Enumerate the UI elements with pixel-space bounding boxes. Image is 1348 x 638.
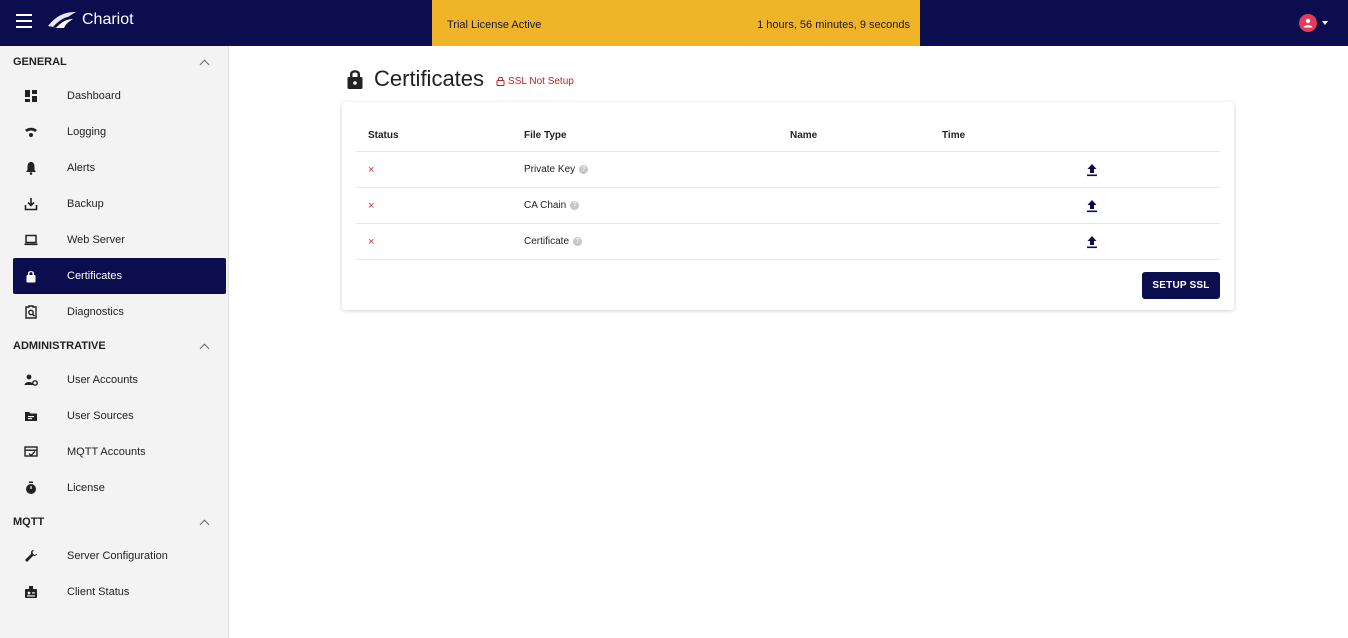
lock-outline-icon	[496, 76, 505, 86]
folder-icon	[23, 408, 39, 424]
file-type-label: Private Key	[524, 164, 576, 175]
app-name: Chariot	[82, 11, 134, 28]
laptop-icon	[23, 232, 39, 248]
download-icon	[23, 196, 39, 212]
bell-icon	[23, 160, 39, 176]
sidebar-item-logging[interactable]: Logging	[13, 114, 226, 150]
upload-button[interactable]	[1086, 224, 1098, 259]
section-administrative[interactable]: ADMINISTRATIVE	[0, 330, 228, 362]
section-title: ADMINISTRATIVE	[13, 340, 106, 352]
ssl-status-text: SSL Not Setup	[508, 75, 574, 87]
sidebar-item-label: Server Configuration	[67, 550, 168, 562]
column-header-name: Name	[790, 130, 818, 141]
sidebar-item-server-configuration[interactable]: Server Configuration	[13, 538, 226, 574]
file-type-cell: Private Key ?	[524, 152, 589, 187]
user-menu-button[interactable]	[1299, 14, 1328, 32]
certificates-card: Status File Type Name Time × Private Key…	[342, 102, 1234, 310]
sidebar-item-user-sources[interactable]: User Sources	[13, 398, 226, 434]
column-header-time: Time	[942, 130, 966, 141]
status-error-icon: ×	[368, 235, 375, 248]
menu-icon[interactable]	[16, 14, 32, 28]
file-type-cell: CA Chain ?	[524, 188, 580, 223]
sidebar-item-label: Backup	[67, 198, 104, 210]
sidebar-item-label: User Accounts	[67, 374, 138, 386]
table-row: × Certificate ?	[356, 224, 1220, 260]
certificates-table: Status File Type Name Time × Private Key…	[356, 120, 1220, 260]
sidebar-item-certificates[interactable]: Certificates	[13, 258, 226, 294]
user-gear-icon	[23, 372, 39, 388]
help-icon[interactable]: ?	[570, 201, 580, 210]
section-general[interactable]: GENERAL	[0, 46, 228, 78]
avatar	[1299, 14, 1317, 32]
license-label: Trial License Active	[447, 19, 542, 31]
table-row: × Private Key ?	[356, 152, 1220, 188]
sidebar-item-client-status[interactable]: Client Status	[13, 574, 226, 610]
help-icon[interactable]: ?	[573, 237, 583, 246]
app-logo[interactable]: Chariot	[46, 10, 134, 30]
chevron-up-icon	[199, 59, 210, 69]
section-title: GENERAL	[13, 56, 67, 68]
table-header: Status File Type Name Time	[356, 120, 1220, 152]
chevron-down-icon	[1322, 21, 1328, 25]
help-icon[interactable]: ?	[579, 165, 589, 174]
lock-icon	[347, 70, 363, 89]
section-mqtt[interactable]: MQTT	[0, 506, 228, 538]
lock-icon	[23, 268, 39, 284]
sidebar-item-dashboard[interactable]: Dashboard	[13, 78, 226, 114]
upload-icon	[1087, 163, 1097, 176]
status-error-icon: ×	[368, 199, 375, 212]
top-bar: Chariot Trial License Active 1 hours, 56…	[0, 0, 1348, 46]
file-type-label: CA Chain	[524, 200, 567, 211]
wrench-icon	[23, 548, 39, 564]
sidebar-item-backup[interactable]: Backup	[13, 186, 226, 222]
file-type-cell: Certificate ?	[524, 224, 583, 259]
section-title: MQTT	[13, 516, 45, 528]
user-icon	[1303, 18, 1313, 28]
page-header: Certificates SSL Not Setup	[345, 66, 574, 92]
sidebar-item-web-server[interactable]: Web Server	[13, 222, 226, 258]
sidebar-item-label: Diagnostics	[67, 306, 124, 318]
setup-ssl-button[interactable]: SETUP SSL	[1142, 272, 1220, 299]
license-timer: 1 hours, 56 minutes, 9 seconds	[757, 19, 910, 31]
sidebar-item-label: License	[67, 482, 105, 494]
column-header-file-type: File Type	[524, 130, 567, 141]
chevron-up-icon	[199, 343, 210, 353]
upload-icon	[1087, 235, 1097, 248]
wifi-icon	[23, 124, 39, 140]
upload-icon	[1087, 199, 1097, 212]
table-row: × CA Chain ?	[356, 188, 1220, 224]
ssl-status: SSL Not Setup	[496, 76, 574, 87]
badge-icon	[23, 584, 39, 600]
dashboard-icon	[23, 88, 39, 104]
upload-button[interactable]	[1086, 152, 1098, 187]
stopwatch-icon	[23, 480, 39, 496]
sidebar-item-label: User Sources	[67, 410, 134, 422]
upload-button[interactable]	[1086, 188, 1098, 223]
sidebar-item-mqtt-accounts[interactable]: MQTT Accounts	[13, 434, 226, 470]
sidebar-item-label: Dashboard	[67, 90, 121, 102]
sidebar-item-label: Client Status	[67, 586, 130, 598]
sidebar-item-label: Alerts	[67, 162, 96, 174]
page-title: Certificates	[374, 66, 485, 91]
card-check-icon	[23, 444, 39, 460]
file-type-label: Certificate	[524, 236, 570, 247]
clipboard-search-icon	[23, 304, 39, 320]
sidebar-item-diagnostics[interactable]: Diagnostics	[13, 294, 226, 330]
license-banner: Trial License Active 1 hours, 56 minutes…	[432, 0, 920, 46]
chevron-up-icon	[199, 519, 210, 529]
sidebar-item-license[interactable]: License	[13, 470, 226, 506]
sidebar-item-user-accounts[interactable]: User Accounts	[13, 362, 226, 398]
sidebar-item-label: Certificates	[67, 270, 123, 282]
chariot-logo-icon	[48, 12, 76, 28]
sidebar-item-alerts[interactable]: Alerts	[13, 150, 226, 186]
column-header-status: Status	[368, 130, 399, 141]
sidebar-item-label: MQTT Accounts	[67, 446, 146, 458]
sidebar-item-label: Web Server	[67, 234, 125, 246]
main-content: Certificates SSL Not Setup Status File T…	[229, 46, 1348, 638]
sidebar-item-label: Logging	[67, 126, 107, 138]
status-error-icon: ×	[368, 163, 375, 176]
sidebar: GENERAL Dashboard Logging Alerts Backup …	[0, 46, 229, 638]
